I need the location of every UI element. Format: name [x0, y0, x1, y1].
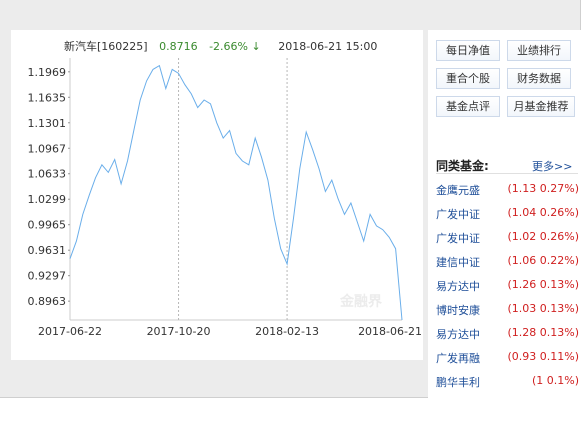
peer-fund-name[interactable]: 易方达中	[436, 278, 480, 294]
peer-fund-value: (1.04 0.26%)	[507, 206, 579, 219]
peer-fund-value: (0.93 0.11%)	[507, 350, 579, 363]
y-tick-label: 0.8963	[28, 295, 67, 308]
peer-fund-name[interactable]: 博时安康	[436, 302, 480, 318]
fund-price: 0.8716	[159, 40, 198, 53]
peer-fund-row[interactable]: 广发中证 (1.04 0.26%)	[436, 206, 581, 226]
x-tick-label: 2018-06-21	[358, 325, 422, 338]
peer-fund-row[interactable]: 博时安康 (1.03 0.13%)	[436, 302, 581, 322]
y-tick-label: 1.0633	[28, 168, 67, 181]
fund-datetime: 2018-06-21 15:00	[278, 40, 378, 53]
peer-fund-row[interactable]: 广发再融 (0.93 0.11%)	[436, 350, 581, 370]
x-tick-label: 2017-10-20	[147, 325, 211, 338]
fund-review-button[interactable]: 基金点评	[436, 96, 500, 117]
peer-fund-name[interactable]: 建信中证	[436, 254, 480, 270]
overlap-stocks-button[interactable]: 重合个股	[436, 68, 500, 89]
y-tick-label: 0.9631	[28, 244, 67, 257]
peer-fund-name[interactable]: 广发中证	[436, 230, 480, 246]
x-tick-label: 2018-02-13	[255, 325, 319, 338]
daily-nav-button[interactable]: 每日净值	[436, 40, 500, 61]
peer-fund-value: (1.03 0.13%)	[507, 302, 579, 315]
monthly-fund-recommend-button[interactable]: 月基金推荐	[507, 96, 575, 117]
fund-change: -2.66% ↓	[209, 40, 261, 53]
y-tick-label: 0.9297	[28, 270, 67, 283]
x-tick-label: 2017-06-22	[38, 325, 102, 338]
performance-ranking-button[interactable]: 业绩排行	[507, 40, 571, 61]
y-tick-label: 0.9965	[28, 219, 67, 232]
y-tick-label: 1.0299	[28, 193, 67, 206]
peer-fund-row[interactable]: 鹏华丰利 (1 0.1%)	[436, 374, 581, 394]
peer-fund-row[interactable]: 易方达中 (1.26 0.13%)	[436, 278, 581, 298]
chart-header: 新汽车[160225] 0.8716 -2.66% ↓ 2018-06-21 1…	[64, 38, 377, 54]
peer-fund-row[interactable]: 广发中证 (1.02 0.26%)	[436, 230, 581, 250]
peer-fund-name[interactable]: 广发再融	[436, 350, 480, 366]
financial-data-button[interactable]: 财务数据	[507, 68, 571, 89]
peer-divider	[436, 173, 578, 174]
peer-funds-more-link[interactable]: 更多>>	[532, 158, 572, 174]
peer-fund-name[interactable]: 广发中证	[436, 206, 480, 222]
peer-fund-name[interactable]: 易方达中	[436, 326, 480, 342]
y-tick-label: 1.1969	[28, 66, 67, 79]
peer-fund-value: (1.26 0.13%)	[507, 278, 579, 291]
peer-fund-value: (1.06 0.22%)	[507, 254, 579, 267]
peer-fund-row[interactable]: 易方达中 (1.28 0.13%)	[436, 326, 581, 346]
peer-fund-value: (1.28 0.13%)	[507, 326, 579, 339]
peer-fund-name[interactable]: 金鹰元盛	[436, 182, 480, 198]
y-tick-label: 1.1635	[28, 91, 67, 104]
fund-name: 新汽车[160225]	[64, 40, 148, 53]
peer-fund-row[interactable]: 建信中证 (1.06 0.22%)	[436, 254, 581, 274]
peer-fund-value: (1.02 0.26%)	[507, 230, 579, 243]
peer-fund-name[interactable]: 鹏华丰利	[436, 374, 480, 390]
nav-series-line	[69, 64, 403, 321]
y-tick-label: 1.1301	[28, 117, 67, 130]
watermark-logo: 金融界	[339, 293, 383, 310]
peer-fund-value: (1.13 0.27%)	[507, 182, 579, 195]
peer-fund-row[interactable]: 金鹰元盛 (1.13 0.27%)	[436, 182, 581, 202]
y-tick-label: 1.0967	[28, 142, 67, 155]
peer-funds-title: 同类基金:	[436, 159, 489, 173]
peer-fund-value: (1 0.1%)	[531, 374, 579, 387]
